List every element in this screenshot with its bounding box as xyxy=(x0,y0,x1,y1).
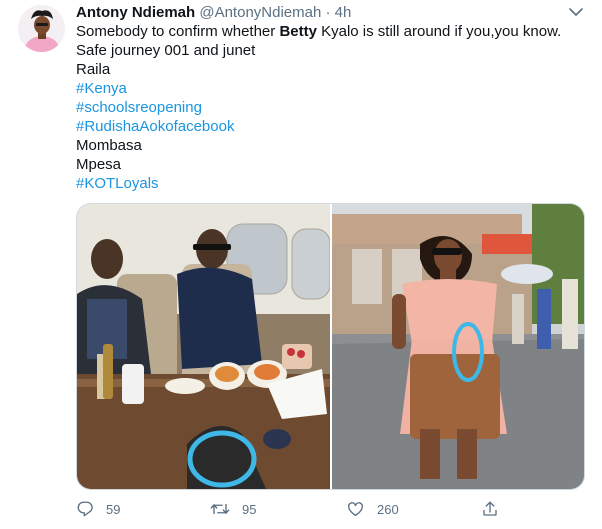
hashtag-link[interactable]: #schoolsreopening xyxy=(76,98,586,117)
photo-jet-interior[interactable] xyxy=(77,204,330,489)
tweet[interactable]: Antony Ndiemah @AntonyNdiemah · 4h Someb… xyxy=(0,0,602,529)
share-icon xyxy=(483,501,497,516)
retweet-button[interactable]: 95 xyxy=(210,498,256,520)
author-name[interactable]: Antony Ndiemah xyxy=(76,4,195,21)
like-button[interactable]: 260 xyxy=(346,498,399,520)
tweet-text-segment: Kyalo is still around if you,you know. xyxy=(316,23,562,40)
photo-image xyxy=(77,204,330,489)
chevron-down-icon xyxy=(569,8,583,16)
reply-button[interactable]: 59 xyxy=(76,498,120,520)
like-count: 260 xyxy=(377,501,399,517)
tweet-actions: 59 95 260 xyxy=(76,498,576,520)
reply-count: 59 xyxy=(106,501,121,517)
tweet-line: Safe journey 001 and junet xyxy=(76,42,256,59)
tweet-text-bold: Betty xyxy=(279,23,317,40)
more-options-button[interactable] xyxy=(568,5,584,19)
tweet-line: Somebody to confirm whether Betty Kyalo … xyxy=(76,22,586,41)
hashtag-link[interactable]: #Kenya xyxy=(76,79,586,98)
retweet-icon xyxy=(210,503,230,515)
reply-icon xyxy=(77,501,93,517)
photo-image xyxy=(332,204,584,489)
tweet-line: Mombasa xyxy=(76,137,142,154)
hashtag-link[interactable]: #KOTLoyals xyxy=(76,174,586,193)
tweet-header: Antony Ndiemah @AntonyNdiemah · 4h xyxy=(76,3,351,22)
hashtag-link[interactable]: #RudishaAokofacebook xyxy=(76,117,586,136)
author-handle[interactable]: @AntonyNdiemah xyxy=(199,4,321,21)
share-button[interactable] xyxy=(481,498,499,520)
tweet-text-segment: Somebody to confirm whether xyxy=(76,23,280,40)
avatar[interactable] xyxy=(18,5,65,52)
tweet-time[interactable]: 4h xyxy=(335,4,352,21)
tweet-media xyxy=(76,203,585,490)
photo-street[interactable] xyxy=(332,204,584,489)
tweet-line: Mpesa xyxy=(76,156,122,173)
retweet-count: 95 xyxy=(242,501,257,517)
tweet-text: Somebody to confirm whether Betty Kyalo … xyxy=(76,22,586,193)
heart-icon xyxy=(348,502,363,517)
separator-dot: · xyxy=(325,4,331,21)
tweet-line: Raila xyxy=(76,61,111,78)
avatar-image xyxy=(18,5,65,52)
